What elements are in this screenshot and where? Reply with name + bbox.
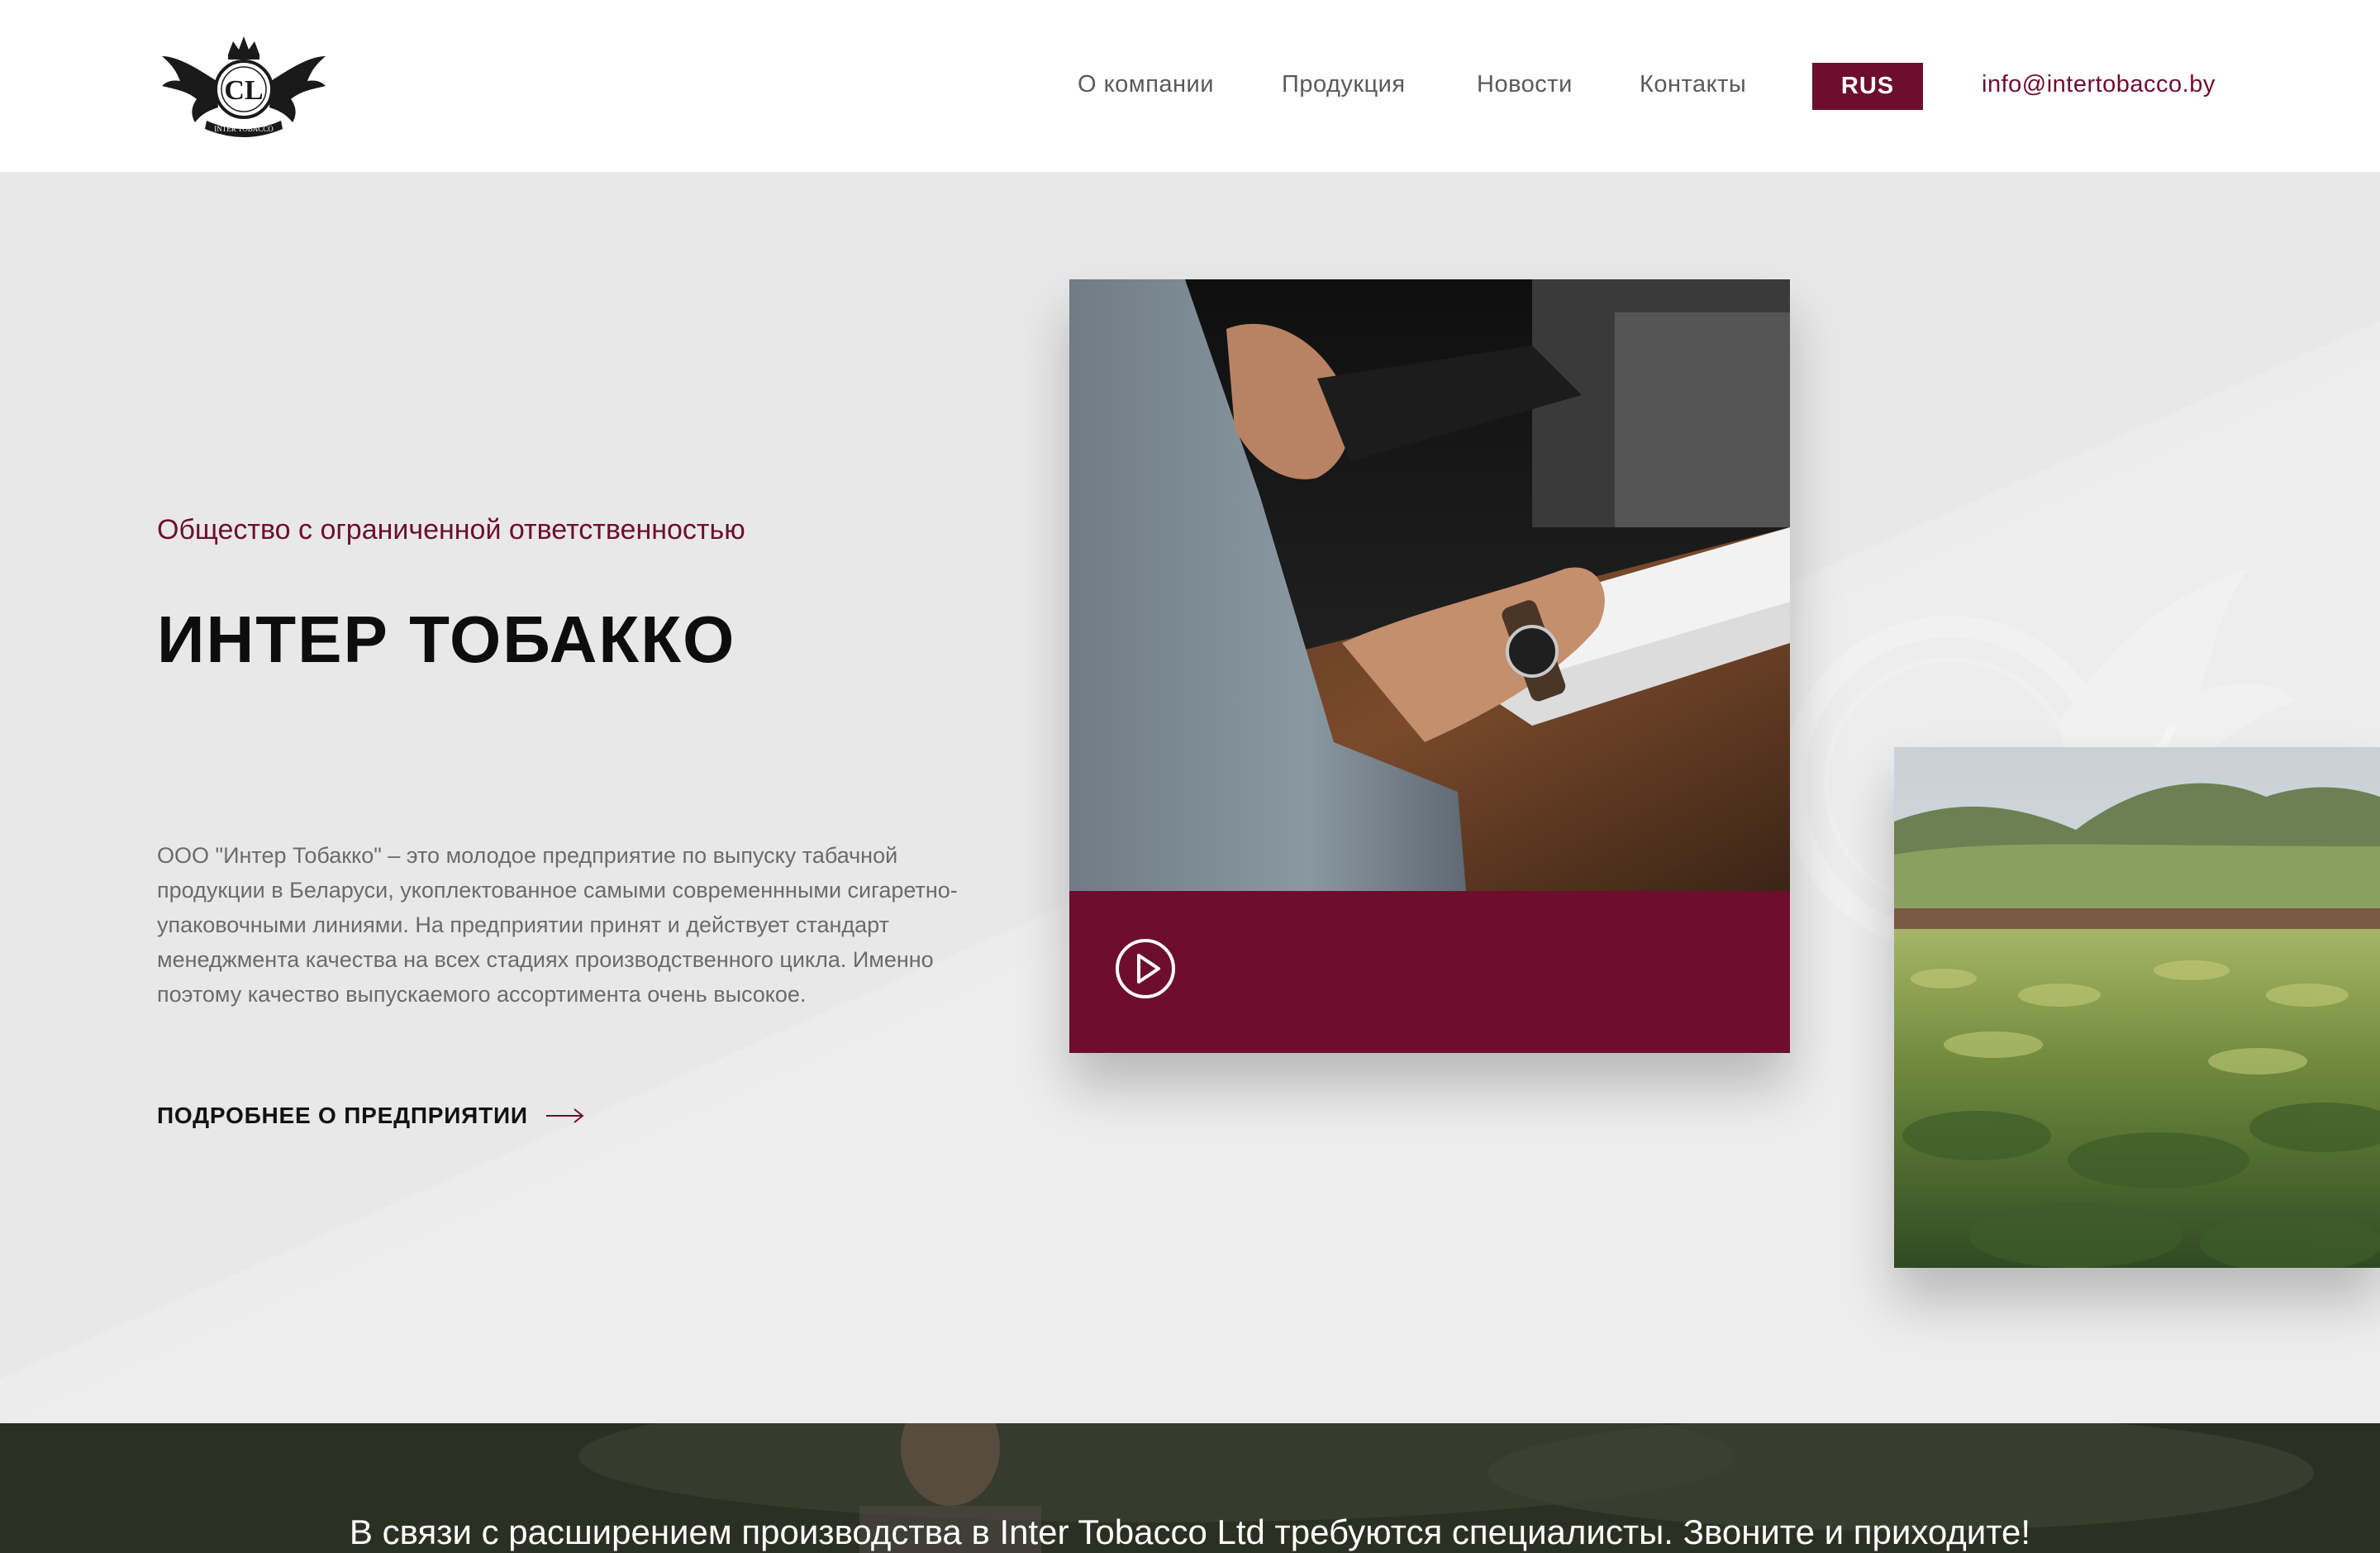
hero-subtitle: Общество с ограниченной ответственностью [157,514,745,545]
more-link-label: ПОДРОБНЕЕ О ПРЕДПРИЯТИИ [157,1103,528,1128]
nav-item-about[interactable]: О компании [1078,71,1214,98]
svg-text:INTER TOBACCO: INTER TOBACCO [214,125,274,133]
nav-item-products[interactable]: Продукция [1282,71,1406,98]
tobacco-field-photo [1894,747,2380,1268]
vacancy-banner-text: В связи с расширением производства в Int… [349,1513,2031,1551]
hero-title: ИНТЕР ТОБАККО [157,603,736,676]
video-card [1069,279,1790,1053]
office-meeting-photo [1069,279,1790,891]
video-card-bar [1069,891,1790,1053]
hero-description: ООО "Интер Тобакко" – это молодое предпр… [157,843,958,1007]
more-about-company-link[interactable]: ПОДРОБНЕЕ О ПРЕДПРИЯТИИ [157,1103,584,1129]
email-link[interactable]: info@intertobacco.by [1982,71,2216,98]
nav-item-contacts[interactable]: Контакты [1640,71,1746,98]
hero-section: Общество с ограниченной ответственностью… [0,172,2380,1423]
nav-item-news[interactable]: Новости [1477,71,1573,98]
site-header: CL INTER TOBACCO О компании Продукция Но… [0,0,2380,172]
svg-text:CL: CL [224,75,263,106]
language-button[interactable]: RUS [1812,63,1923,110]
arrow-right-icon [545,1108,584,1123]
company-logo[interactable]: CL INTER TOBACCO [159,31,329,141]
vacancy-banner: В связи с расширением производства в Int… [0,1423,2380,1553]
play-icon[interactable] [1114,937,1177,1000]
